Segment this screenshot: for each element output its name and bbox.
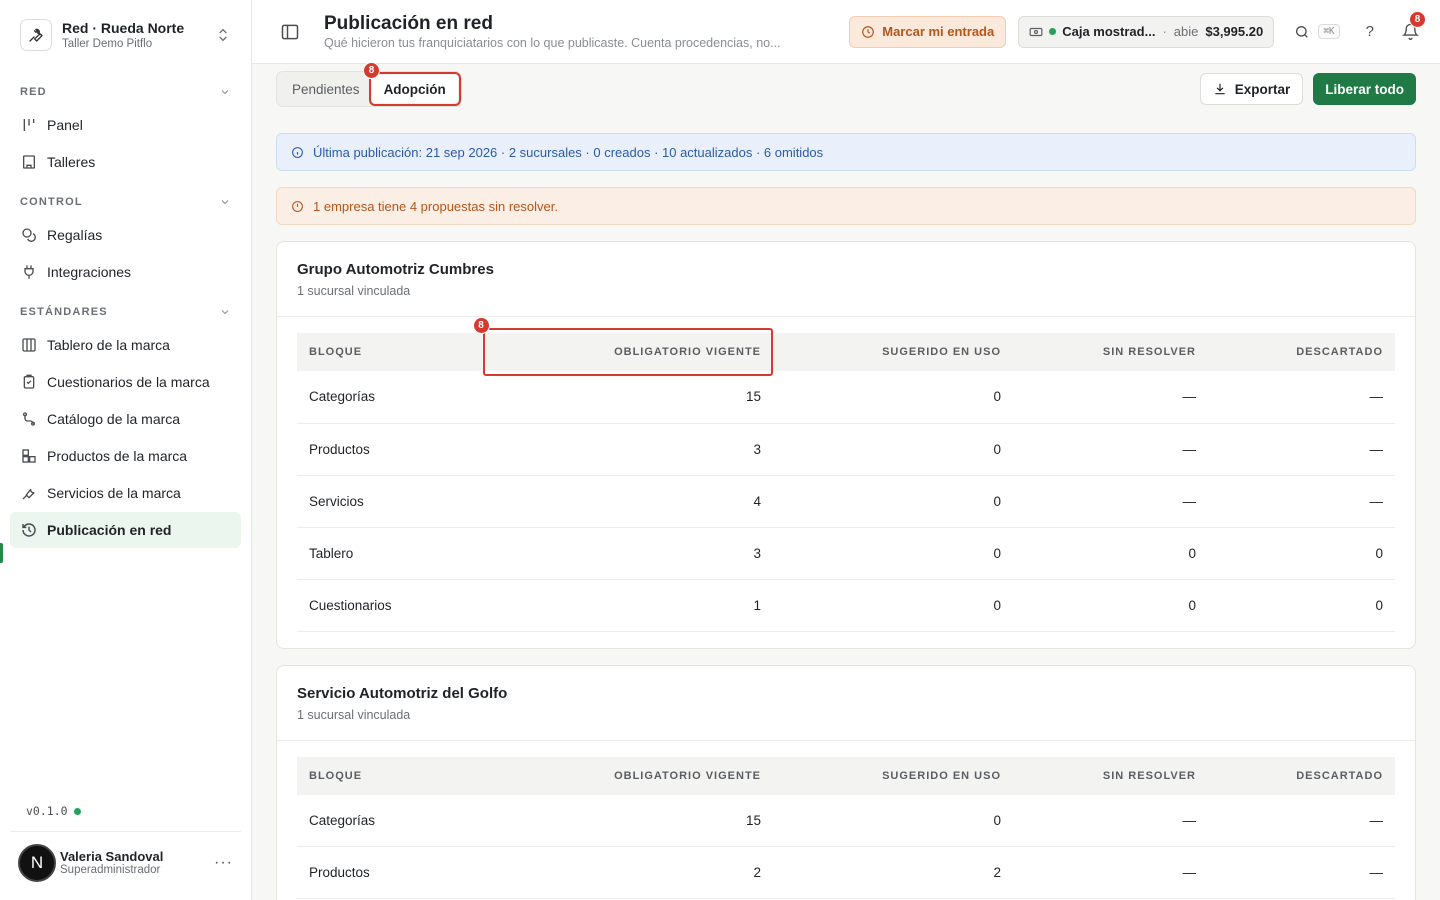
cash-state: abie <box>1173 24 1199 39</box>
sidebar-toggle-icon[interactable] <box>280 22 300 42</box>
sidebar: Red · Rueda Norte Taller Demo Pitflo RED… <box>0 0 252 900</box>
boxes-icon <box>20 448 37 465</box>
clock-icon <box>862 25 875 38</box>
cash-open-dot <box>1049 28 1057 35</box>
company-branches: 1 sucursal vinculada <box>297 284 411 298</box>
top-bar: Publicación en red Qué hicieron tus fran… <box>252 0 1440 64</box>
sidebar-item-tablero-marca[interactable]: Tablero de la marca <box>10 327 241 363</box>
table-row: Categorías 15 0— — <box>297 794 1395 847</box>
sidebar-section-red[interactable]: RED <box>0 78 251 106</box>
page-title: Publicación en red <box>324 12 493 34</box>
column-header-obligatorio: OBLIGATORIO VIGENTE <box>483 756 773 795</box>
tabs: Pendientes Adopción 8 <box>276 62 462 107</box>
user-role: Superadministrador <box>60 864 161 876</box>
sidebar-section-estandares[interactable]: ESTÁNDARES <box>0 298 251 326</box>
company-name: Grupo Automotriz Cumbres <box>297 261 494 278</box>
more-icon[interactable]: ··· <box>214 854 233 872</box>
clipboard-icon <box>20 374 37 391</box>
sidebar-item-publicacion-red[interactable]: Publicación en red <box>10 512 241 548</box>
chevron-down-icon <box>221 200 229 205</box>
cash-register-button[interactable]: Caja mostrad... · abie $3,995.20 <box>1018 15 1275 48</box>
search-shortcut: ⌘K <box>1318 24 1340 39</box>
chevron-down-icon <box>221 310 229 315</box>
sidebar-section-control[interactable]: CONTROL <box>0 188 251 216</box>
table-row: Productos 2 2— — <box>297 846 1395 899</box>
table-row: Productos 3 0— — <box>297 423 1395 476</box>
plug-icon <box>20 264 37 281</box>
sidebar-item-productos-marca[interactable]: Productos de la marca <box>10 438 241 474</box>
notification-badge: 8 <box>1409 10 1426 28</box>
column-header-descartado: DESCARTADO <box>1208 756 1395 795</box>
sidebar-item-servicios-marca[interactable]: Servicios de la marca <box>10 475 241 511</box>
cash-icon <box>1029 27 1043 36</box>
chevron-down-icon <box>221 90 229 95</box>
coins-icon <box>20 227 37 244</box>
tab-badge: 8 <box>363 62 380 79</box>
workspace-title: Red · Rueda Norte <box>62 19 185 36</box>
history-icon <box>20 522 37 539</box>
unresolved-proposals-alert: 1 empresa tiene 4 propuestas sin resolve… <box>276 187 1416 225</box>
download-icon <box>1215 83 1225 95</box>
active-indicator <box>0 543 3 563</box>
export-button[interactable]: Exportar <box>1199 73 1304 105</box>
company-card: Servicio Automotriz del Golfo 1 sucursal… <box>276 664 1416 900</box>
alert-circle-icon <box>292 200 303 212</box>
sidebar-item-talleres[interactable]: Talleres <box>10 144 241 180</box>
tab-bar: Pendientes Adopción 8 Exportar Liberar t… <box>252 62 1440 114</box>
column-badge: 8 <box>473 317 490 334</box>
wrench-icon <box>20 485 37 502</box>
user-name: Valeria Sandoval <box>60 849 164 864</box>
kanban-icon <box>20 117 37 134</box>
columns-icon <box>20 337 37 354</box>
release-all-button[interactable]: Liberar todo <box>1313 73 1416 105</box>
tab-adopcion[interactable]: Adopción <box>368 72 461 106</box>
user-menu[interactable]: N Valeria Sandoval Superadministrador ··… <box>10 831 241 893</box>
clock-in-button[interactable]: Marcar mi entrada <box>849 15 1007 48</box>
building-icon <box>20 154 37 171</box>
cash-amount: $3,995.20 <box>1205 24 1264 39</box>
table-row: Tablero 3 0 0 0 <box>297 527 1395 580</box>
chevron-updown-icon <box>219 28 227 42</box>
help-icon[interactable]: ? <box>1366 23 1374 40</box>
company-card: Grupo Automotriz Cumbres 1 sucursal vinc… <box>276 241 1416 649</box>
sidebar-item-integraciones[interactable]: Integraciones <box>10 254 241 290</box>
company-branches: 1 sucursal vinculada <box>297 707 411 722</box>
table-row: Servicios 4 0— — <box>297 475 1395 528</box>
page-subtitle: Qué hicieron tus franquiciatarios con lo… <box>324 35 781 50</box>
route-icon <box>20 411 37 428</box>
column-header-sin-resolver: SIN RESOLVER <box>1013 756 1208 795</box>
column-header-obligatorio[interactable]: OBLIGATORIO VIGENTE 8 <box>473 317 773 376</box>
workspace-subtitle: Taller Demo Pitflo <box>62 37 153 50</box>
tab-pendientes[interactable]: Pendientes <box>280 75 372 103</box>
sidebar-item-regalias[interactable]: Regalías <box>10 217 241 253</box>
avatar: N <box>18 843 56 882</box>
workspace-switcher[interactable]: Red · Rueda Norte Taller Demo Pitflo <box>0 0 251 70</box>
column-header-descartado: DESCARTADO <box>1208 333 1395 371</box>
company-name: Servicio Automotriz del Golfo <box>297 684 508 702</box>
status-dot <box>73 807 81 815</box>
sidebar-item-catalogo-marca[interactable]: Catálogo de la marca <box>10 401 241 437</box>
bell-icon[interactable]: 8 <box>1400 10 1426 42</box>
sidebar-item-cuestionarios-marca[interactable]: Cuestionarios de la marca <box>10 364 241 400</box>
sidebar-item-panel[interactable]: Panel <box>10 107 241 143</box>
column-header-sugerido: SUGERIDO EN USO <box>773 756 1013 795</box>
table-row: Categorías 15 0— — <box>297 371 1395 424</box>
info-icon <box>292 146 303 158</box>
cash-name: Caja mostrad... <box>1062 24 1156 39</box>
search-icon[interactable] <box>1292 22 1312 42</box>
adoption-table: BLOQUE OBLIGATORIO VIGENTE 8 SUGERIDO EN… <box>297 317 1395 632</box>
main-content: Publicación en red Qué hicieron tus fran… <box>252 0 1440 900</box>
wrench-icon <box>20 19 52 51</box>
column-header-sin-resolver: SIN RESOLVER <box>1013 333 1208 371</box>
adoption-content: Última publicación: 21 sep 2026 · 2 sucu… <box>252 114 1440 900</box>
table-row: Cuestionarios 1 0 0 0 <box>297 579 1395 632</box>
app-version: v0.1.0 <box>26 804 81 818</box>
adoption-table: BLOQUE OBLIGATORIO VIGENTE SUGERIDO EN U… <box>297 756 1395 899</box>
column-header-bloque: BLOQUE <box>297 756 483 795</box>
last-publication-alert: Última publicación: 21 sep 2026 · 2 sucu… <box>276 133 1416 171</box>
column-header-bloque: BLOQUE <box>297 333 483 371</box>
column-header-sugerido: SUGERIDO EN USO <box>773 333 1013 371</box>
